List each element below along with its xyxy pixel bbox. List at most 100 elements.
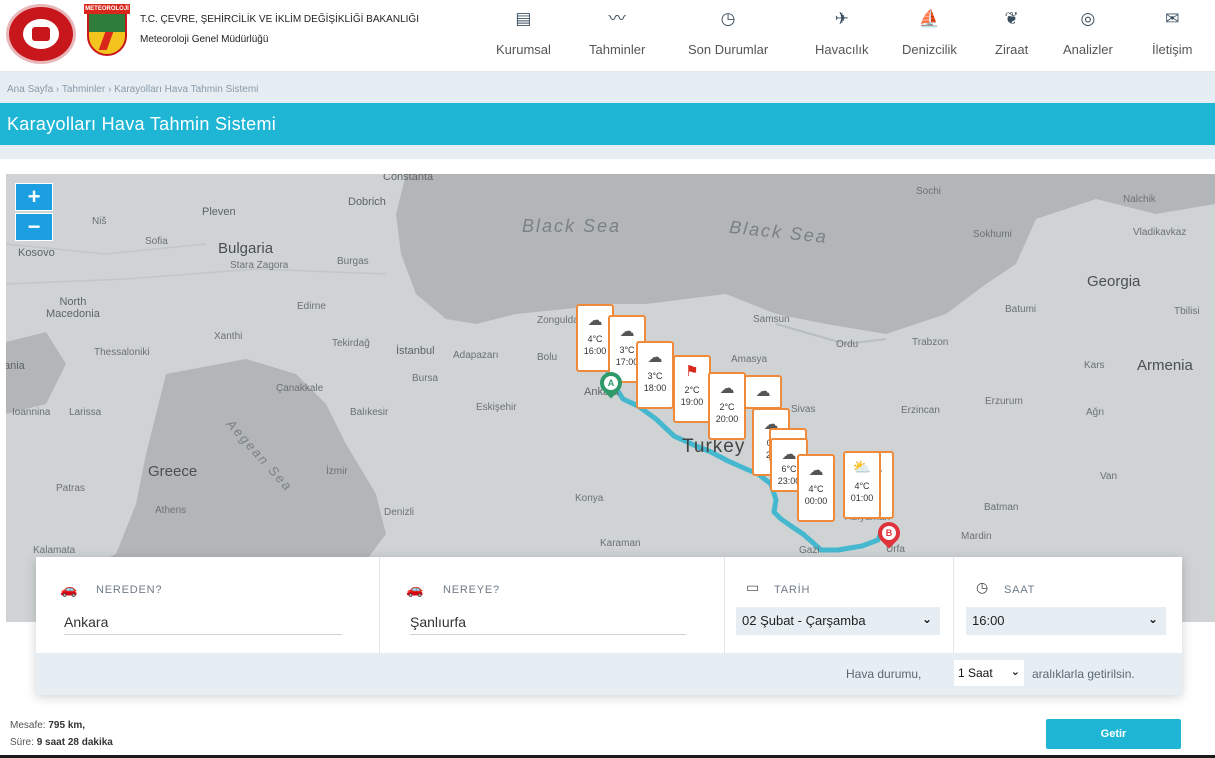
time-select[interactable]: 16:00 ⌄ <box>966 607 1166 635</box>
sailboat-icon: ⛵ <box>918 9 941 28</box>
site-header: METEOROLOJİ T.C. ÇEVRE, ŞEHİRCİLİK VE İK… <box>0 0 1215 72</box>
divider <box>379 557 380 653</box>
breadcrumb[interactable]: Ana Sayfa › Tahminler › Karayolları Hava… <box>7 84 258 95</box>
date-label: TARİH <box>774 584 811 596</box>
to-label: NEREYE? <box>443 584 500 596</box>
snow-cloud-icon: ☁ <box>755 383 771 400</box>
forecast-card[interactable]: ☁ <box>744 375 782 409</box>
org-title[interactable]: T.C. ÇEVRE, ŞEHİRCİLİK VE İKLİM DEĞİŞİKL… <box>140 14 419 25</box>
map-label: Amasya <box>731 354 768 365</box>
map-label: Çanakkale <box>276 383 324 394</box>
map-label: Erzincan <box>901 405 940 416</box>
map-label: Ioannina <box>12 407 51 418</box>
nav-havacilik[interactable]: ✈ Havacılık <box>815 8 868 57</box>
duration-info: Süre: 9 saat 28 dakika <box>10 737 113 748</box>
map-label: Dobrich <box>348 196 386 208</box>
nav-iletisim[interactable]: ✉ İletişim <box>1152 8 1192 57</box>
chevron-down-icon: ⌄ <box>1147 612 1158 626</box>
map-label: Konya <box>575 493 604 504</box>
nav-analizler[interactable]: ◎ Analizler <box>1063 8 1113 57</box>
map-label: Bursa <box>412 373 439 384</box>
map-label: Vladikavkaz <box>1133 227 1187 238</box>
map-label: Athens <box>155 505 187 516</box>
wind-flag-icon: ⚑ <box>685 363 699 380</box>
map-label: Ağrı <box>1086 407 1105 418</box>
map-label: Georgia <box>1087 273 1141 290</box>
map-label: Denizli <box>384 507 415 518</box>
spacer-bar <box>0 145 1215 159</box>
map-label: Constanta <box>383 174 434 183</box>
map-label: Stara Zagora <box>230 260 289 271</box>
nav-denizcilik[interactable]: ⛵ Denizcilik <box>902 8 957 57</box>
map-label: Kosovo <box>18 247 55 259</box>
map-label: Patras <box>56 483 85 494</box>
chevron-down-icon: ⌄ <box>1010 666 1020 678</box>
map-label: Karaman <box>600 538 641 549</box>
interval-select[interactable]: 1 Saat ⌄ <box>954 660 1024 686</box>
map-label: İzmir <box>326 466 348 477</box>
map-label: Ordu <box>836 339 859 350</box>
car-icon: 🚗 <box>60 581 78 597</box>
forecast-card[interactable]: ☁ 3°C 18:00 <box>636 341 674 409</box>
interval-prefix: Hava durumu, <box>846 667 922 681</box>
map-label: Van <box>1100 471 1118 482</box>
map-label: ania <box>6 360 25 372</box>
map-label: Sofia <box>145 236 168 247</box>
car-icon: 🚗 <box>406 581 424 597</box>
map-label: Samsun <box>753 314 790 325</box>
analysis-icon: ◎ <box>1080 9 1096 28</box>
submit-button[interactable]: Getir <box>1046 719 1181 749</box>
nav-ziraat[interactable]: ❦ Ziraat <box>995 8 1028 57</box>
map-label: Gazi <box>799 545 820 556</box>
meteorology-logo[interactable]: METEOROLOJİ <box>84 4 130 58</box>
forecast-card[interactable]: ⛅ 4°C 01:00 <box>843 451 881 519</box>
date-select[interactable]: 02 Şubat - Çarşamba ⌄ <box>736 607 940 635</box>
map-label: Xanthi <box>214 331 243 342</box>
partly-sunny-icon: ⛅ <box>852 459 872 476</box>
divider <box>724 557 725 653</box>
map-label: Bolu <box>537 352 558 363</box>
from-input[interactable] <box>64 609 342 635</box>
forecast-card[interactable]: ⚑ 2°C 19:00 <box>673 355 711 423</box>
map-label: Trabzon <box>912 337 949 348</box>
map-label: Batumi <box>1005 304 1037 315</box>
map-label: Sivas <box>791 404 816 415</box>
map-label: Edirne <box>297 301 326 312</box>
clock-icon: ◷ <box>720 9 736 28</box>
forecast-card[interactable]: ☁ 4°C 00:00 <box>797 454 835 522</box>
map-label: Larissa <box>69 407 102 418</box>
map-label: Sokhumi <box>973 229 1012 240</box>
cloud-icon: ☁ <box>587 312 603 329</box>
map-label: İstanbul <box>396 345 435 357</box>
map-label: Eskişehir <box>476 402 517 413</box>
nav-tahminler[interactable]: 〰 Tahminler <box>589 8 645 57</box>
plane-icon: ✈ <box>834 9 849 28</box>
chevron-down-icon: ⌄ <box>921 612 932 626</box>
map-label: Mardin <box>961 531 992 542</box>
divider <box>953 557 954 653</box>
map-label: Kalamata <box>33 545 76 556</box>
zoom-out-button[interactable]: − <box>15 213 53 241</box>
nav-kurumsal[interactable]: ▤ Kurumsal <box>496 8 551 57</box>
distance-info: Mesafe: 795 km, <box>10 720 86 731</box>
cloud-icon: ☁ <box>647 349 663 366</box>
ministry-logo[interactable] <box>6 4 76 64</box>
map-label: Tekirdağ <box>332 338 370 349</box>
cloud-icon: ☁ <box>619 323 635 340</box>
map-label: Niš <box>92 216 107 227</box>
snow-cloud-icon: ☁ <box>719 380 735 397</box>
mail-icon: ✉ <box>1165 9 1180 28</box>
map-label: Burgas <box>337 256 369 267</box>
page-title: Karayolları Hava Tahmin Sistemi <box>7 114 277 134</box>
map-label: Pleven <box>202 206 236 218</box>
zoom-in-button[interactable]: + <box>15 183 53 211</box>
nav-son-durumlar[interactable]: ◷ Son Durumlar <box>688 8 768 57</box>
time-label: SAAT <box>1004 584 1036 596</box>
map-label: Black Sea <box>522 216 622 236</box>
clock-icon: ◷ <box>976 579 989 595</box>
org-subtitle[interactable]: Meteoroloji Genel Müdürlüğü <box>140 34 268 45</box>
forecast-card[interactable]: ☁ 2°C 20:00 <box>708 372 746 440</box>
to-input[interactable] <box>410 609 686 635</box>
map-label: Thessaloniki <box>94 347 150 358</box>
map-label: Balıkesir <box>350 407 389 418</box>
